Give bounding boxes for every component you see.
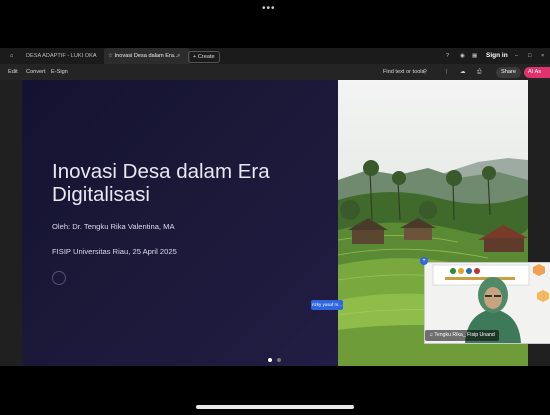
maximize-icon[interactable]: □ [528, 48, 531, 64]
edit-menu[interactable]: Edit [8, 64, 18, 80]
slide-author: Oleh: Dr. Tengku Rika Valentina, MA [52, 222, 175, 231]
upload-icon[interactable]: ☁ [460, 64, 466, 80]
close-icon[interactable]: × [177, 48, 180, 64]
home-icon[interactable]: ⌂ [10, 48, 13, 64]
participant-name: ♫ Tengku Rika_ Fisip Unand [425, 330, 499, 341]
participant-name-text: Tengku Rika_ Fisip Unand [434, 332, 495, 338]
apps-icon[interactable]: ▦ [472, 48, 477, 64]
convert-menu[interactable]: Convert [26, 64, 46, 80]
esign-menu[interactable]: E-Sign [51, 64, 68, 80]
help-icon[interactable]: ? [446, 48, 449, 64]
close-icon[interactable]: × [93, 48, 96, 64]
find-text-field[interactable]: Find text or tools [383, 64, 424, 80]
search-icon[interactable]: ⚲ [423, 64, 427, 80]
print-icon[interactable]: ⎙ [477, 64, 481, 80]
close-window-icon[interactable]: × [541, 48, 544, 64]
sign-in-button[interactable]: Sign in [486, 48, 508, 64]
window-menu-dots[interactable]: ••• [262, 3, 276, 14]
page-dot[interactable] [277, 358, 281, 362]
home-indicator[interactable] [196, 405, 354, 409]
slide-date: FISIP Universitas Riau, 25 April 2025 [52, 247, 177, 256]
ai-assistant-button[interactable]: AI As [524, 67, 550, 78]
tab-bar: ⌂ DESA ADAPTIF - LUKI OKA × ☆ Inovasi De… [0, 48, 550, 64]
slide-pager[interactable] [268, 349, 286, 367]
slide-title: Inovasi Desa dalam Era Digitalisasi [52, 160, 270, 206]
pin-icon[interactable]: + [420, 257, 428, 265]
decorative-circle [52, 271, 66, 285]
tab-label: Inovasi Desa dalam Era... [114, 53, 179, 59]
page-dot-active[interactable] [268, 358, 272, 362]
share-button[interactable]: Share [496, 67, 521, 78]
toolbar: Edit Convert E-Sign Find text or tools ⚲… [0, 64, 550, 80]
minimize-icon[interactable]: – [515, 48, 518, 64]
bell-icon[interactable]: ◉ [460, 48, 465, 64]
participant-tag: rizky yusuf rs... [311, 300, 343, 310]
divider: | [446, 69, 448, 75]
star-icon: ☆ [108, 53, 115, 59]
create-button[interactable]: + Create [188, 51, 220, 63]
